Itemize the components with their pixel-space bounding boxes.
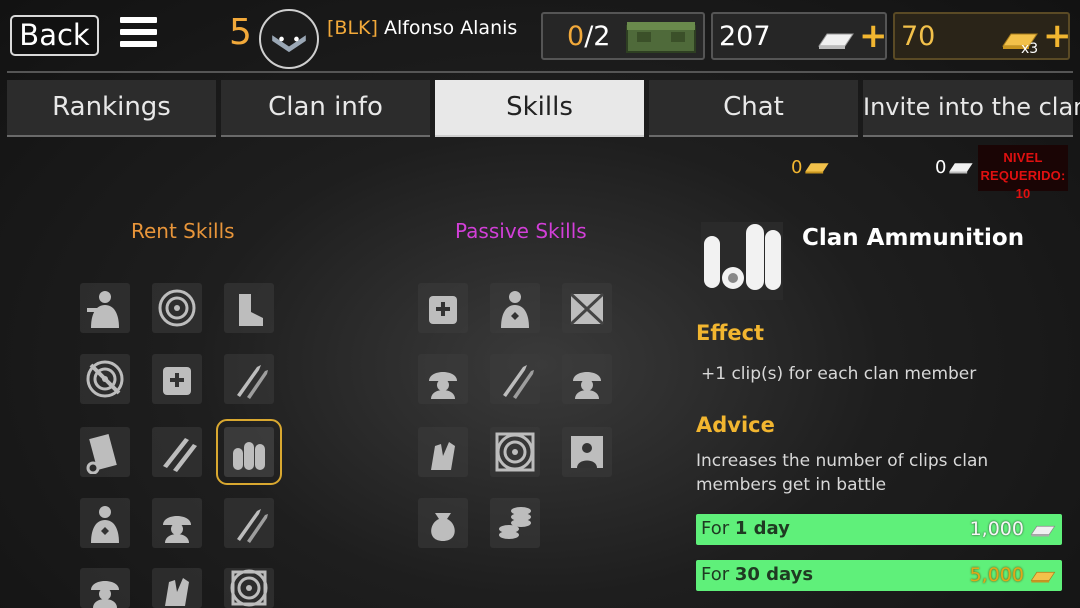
target-icon[interactable] [152, 283, 202, 333]
scope-crate-icon[interactable] [224, 568, 274, 608]
header-divider [7, 71, 1073, 73]
advice-text: Increases the number of clips clan membe… [696, 451, 989, 495]
crates-total: /2 [584, 21, 611, 52]
helmet-soldier-icon[interactable] [562, 354, 612, 404]
clan-tag: [BLK] [327, 17, 378, 39]
clan-ammunition-icon [233, 442, 265, 470]
rent-skills-title: Rent Skills [131, 219, 235, 243]
rent-30-days-button[interactable]: For 30 days 5,000 [696, 560, 1062, 591]
silver-bar-icon [949, 163, 973, 174]
gold-counter[interactable]: 70 x3 + [893, 12, 1072, 60]
grenades-icon[interactable] [224, 354, 274, 404]
target-frame-icon[interactable] [490, 427, 540, 477]
player-name: [BLK] Alfonso Alanis [327, 15, 517, 41]
soldier-badge-icon[interactable] [490, 283, 540, 333]
back-button[interactable]: Back [10, 15, 99, 56]
rent-1-day-button[interactable]: For 1 day 1,000 [696, 514, 1062, 545]
player-name-text: Alfonso Alanis [383, 17, 518, 39]
clan-ammunition-skill[interactable] [216, 419, 282, 485]
rent-prefix: For [701, 564, 735, 585]
ammo-crate-icon[interactable] [562, 283, 612, 333]
silver-amount: 207 [719, 21, 771, 52]
advice-heading: Advice [696, 413, 775, 437]
clan-silver-amount: 0 [935, 157, 947, 178]
tab-skills[interactable]: Skills [435, 80, 644, 137]
soldier-aiming-icon[interactable] [80, 283, 130, 333]
tab-chat[interactable]: Chat [649, 80, 858, 137]
hand-ammo-icon[interactable] [418, 427, 468, 477]
money-bag-icon[interactable] [418, 498, 468, 548]
effect-heading: Effect [696, 321, 765, 345]
gold-bar-icon [805, 163, 829, 174]
soldier-badge-icon[interactable] [80, 498, 130, 548]
rank-badge-icon [259, 9, 319, 69]
player-level: 5 [229, 12, 252, 53]
silver-counter[interactable]: 207 + [711, 12, 888, 60]
add-silver-button[interactable]: + [859, 19, 888, 53]
detail-skill-image [701, 222, 783, 300]
bullets-flying-icon[interactable] [152, 427, 202, 477]
level-required-line1: NIVEL [1003, 150, 1043, 165]
knives-icon[interactable] [224, 498, 274, 548]
ammo-belt-icon[interactable] [80, 427, 130, 477]
crates-current: 0 [567, 21, 585, 52]
level-required-line2: REQUERIDO: 10 [980, 168, 1066, 201]
skill-name: Clan Ammunition [802, 225, 1025, 251]
menu-icon[interactable] [120, 17, 157, 53]
hand-ammo-icon[interactable] [152, 568, 202, 608]
add-gold-button[interactable]: + [1043, 19, 1072, 53]
boot-icon[interactable] [224, 283, 274, 333]
crate-icon [626, 22, 696, 53]
clan-ammunition-icon [704, 224, 781, 290]
silver-bar-icon [1030, 525, 1056, 537]
silver-bar-icon [818, 33, 854, 49]
tab-clan-info[interactable]: Clan info [221, 80, 430, 137]
gold-bar-icon [1030, 571, 1056, 583]
medkit-bag-icon[interactable] [152, 354, 202, 404]
medkit-bag-icon[interactable] [418, 283, 468, 333]
rent-price: 5,000 [969, 564, 1024, 586]
crates-counter[interactable]: 0/2 [541, 12, 705, 60]
rent-price: 1,000 [969, 518, 1024, 540]
clan-gold-amount: 0 [791, 157, 803, 178]
rent-duration: 30 days [734, 564, 814, 585]
tab-rankings[interactable]: Rankings [7, 80, 216, 137]
tab-invite[interactable]: Invite into the clan [863, 80, 1080, 137]
soldier-scope-icon[interactable] [152, 498, 202, 548]
effect-text: +1 clip(s) for each clan member [701, 364, 977, 384]
gold-amount: 70 [901, 21, 936, 52]
coin-stack-icon[interactable] [490, 498, 540, 548]
flag-soldier-icon[interactable] [562, 427, 612, 477]
soldier-scope-icon[interactable] [418, 354, 468, 404]
knives-icon[interactable] [490, 354, 540, 404]
rent-prefix: For [701, 518, 735, 539]
helmet-soldier-icon[interactable] [80, 568, 130, 608]
gold-multiplier: x3 [1021, 41, 1039, 57]
no-sniper-icon[interactable] [80, 354, 130, 404]
passive-skills-title: Passive Skills [455, 219, 587, 243]
level-required-badge: NIVEL REQUERIDO: 10 [978, 145, 1068, 201]
rent-duration: 1 day [734, 518, 790, 539]
